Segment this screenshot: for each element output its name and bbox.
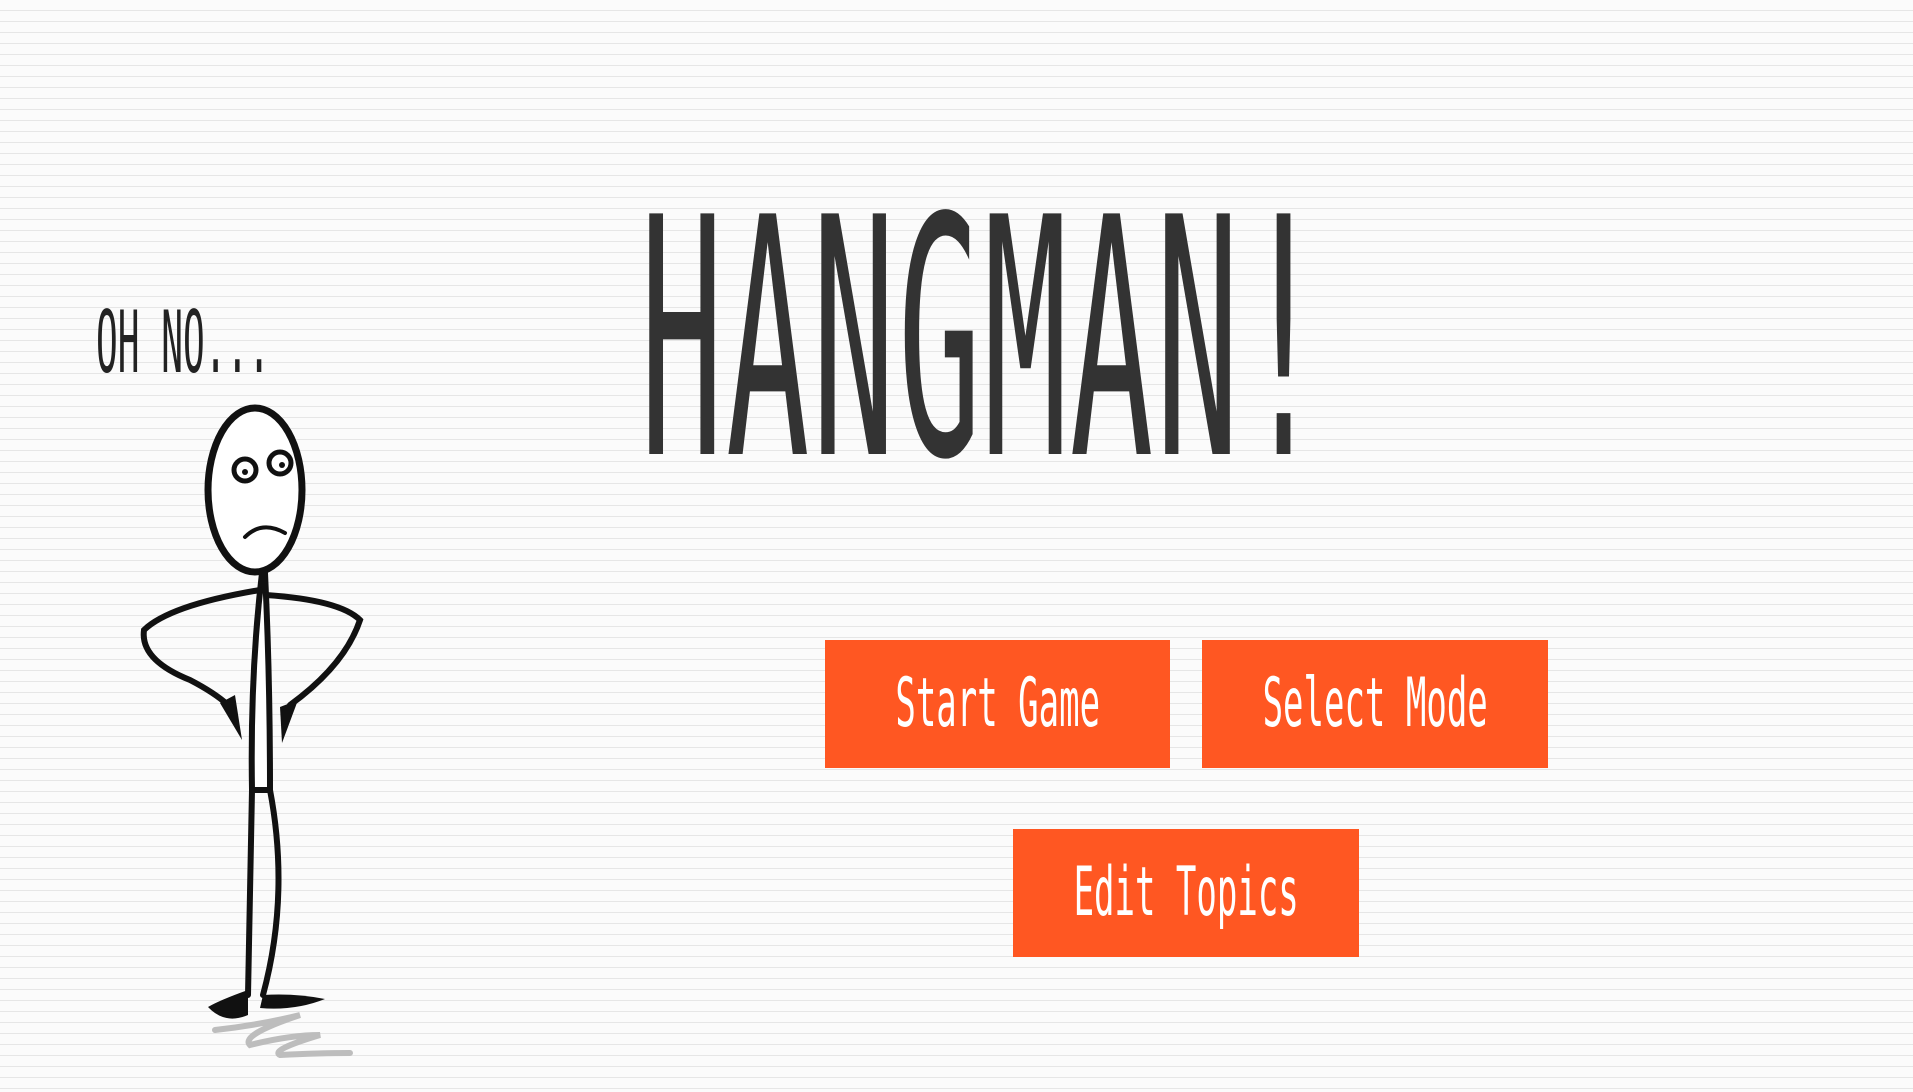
stickman-icon xyxy=(140,404,364,1059)
edit-topics-label: Edit Topics xyxy=(1073,853,1299,932)
edit-topics-button[interactable]: Edit Topics xyxy=(1013,829,1359,957)
select-mode-button[interactable]: Select Mode xyxy=(1202,640,1548,768)
select-mode-label: Select Mode xyxy=(1262,664,1488,743)
game-title: HANGMAN! xyxy=(640,148,1328,532)
start-game-button[interactable]: Start Game xyxy=(825,640,1170,768)
start-game-label: Start Game xyxy=(895,664,1100,743)
speech-text: OH NO... xyxy=(96,293,270,393)
